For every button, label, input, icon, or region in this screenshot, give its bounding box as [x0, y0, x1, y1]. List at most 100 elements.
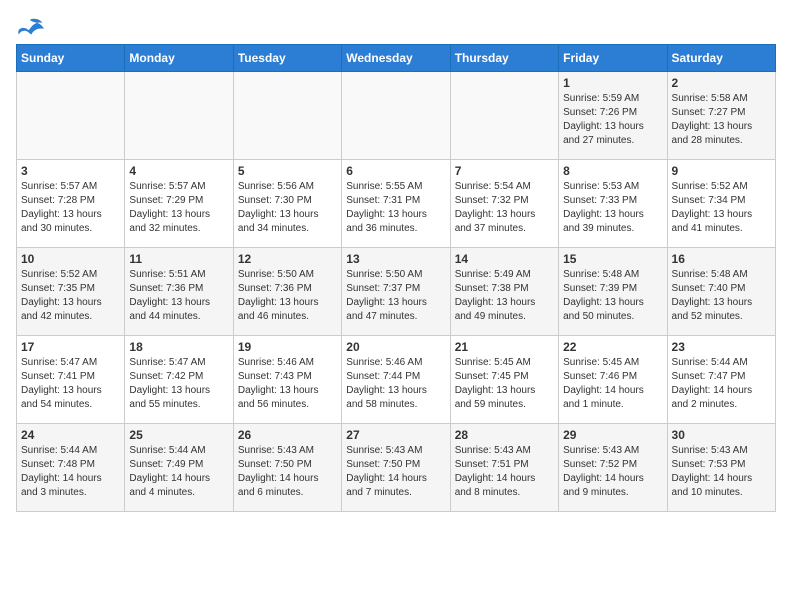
calendar-week-1: 1 Sunrise: 5:59 AM Sunset: 7:26 PM Daylig…	[17, 72, 776, 160]
day-number: 21	[455, 340, 554, 354]
day-info: Sunrise: 5:52 AM Sunset: 7:34 PM Dayligh…	[672, 180, 771, 236]
calendar-cell	[342, 72, 450, 160]
day-info: Sunrise: 5:43 AM Sunset: 7:50 PM Dayligh…	[346, 444, 445, 500]
day-info: Sunrise: 5:46 AM Sunset: 7:43 PM Dayligh…	[238, 356, 337, 412]
day-number: 19	[238, 340, 337, 354]
day-number: 25	[129, 428, 228, 442]
day-info: Sunrise: 5:59 AM Sunset: 7:26 PM Dayligh…	[563, 92, 662, 148]
calendar-cell: 15 Sunrise: 5:48 AM Sunset: 7:39 PM Dayli…	[559, 248, 667, 336]
calendar-week-5: 24 Sunrise: 5:44 AM Sunset: 7:48 PM Dayli…	[17, 424, 776, 512]
header-wednesday: Wednesday	[342, 45, 450, 72]
calendar-header-row: SundayMondayTuesdayWednesdayThursdayFrid…	[17, 45, 776, 72]
day-info: Sunrise: 5:46 AM Sunset: 7:44 PM Dayligh…	[346, 356, 445, 412]
day-info: Sunrise: 5:45 AM Sunset: 7:45 PM Dayligh…	[455, 356, 554, 412]
calendar-week-2: 3Sunrise: 5:57 AM Sunset: 7:28 PM Daylig…	[17, 160, 776, 248]
day-info: Sunrise: 5:44 AM Sunset: 7:49 PM Dayligh…	[129, 444, 228, 500]
header-sunday: Sunday	[17, 45, 125, 72]
calendar-cell	[17, 72, 125, 160]
calendar-cell: 24 Sunrise: 5:44 AM Sunset: 7:48 PM Dayli…	[17, 424, 125, 512]
logo	[16, 16, 48, 36]
calendar-cell: 6 Sunrise: 5:55 AM Sunset: 7:31 PM Daylig…	[342, 160, 450, 248]
day-info: Sunrise: 5:48 AM Sunset: 7:40 PM Dayligh…	[672, 268, 771, 324]
day-info: Sunrise: 5:57 AM Sunset: 7:29 PM Dayligh…	[129, 180, 228, 236]
day-number: 3	[21, 164, 120, 178]
day-info: Sunrise: 5:43 AM Sunset: 7:52 PM Dayligh…	[563, 444, 662, 500]
day-number: 12	[238, 252, 337, 266]
header-friday: Friday	[559, 45, 667, 72]
header-tuesday: Tuesday	[233, 45, 341, 72]
day-info: Sunrise: 5:43 AM Sunset: 7:50 PM Dayligh…	[238, 444, 337, 500]
calendar-cell: 19 Sunrise: 5:46 AM Sunset: 7:43 PM Dayli…	[233, 336, 341, 424]
calendar-week-3: 10 Sunrise: 5:52 AM Sunset: 7:35 PM Dayli…	[17, 248, 776, 336]
day-number: 6	[346, 164, 445, 178]
calendar-cell	[450, 72, 558, 160]
day-number: 14	[455, 252, 554, 266]
day-number: 8	[563, 164, 662, 178]
day-info: Sunrise: 5:55 AM Sunset: 7:31 PM Dayligh…	[346, 180, 445, 236]
day-info: Sunrise: 5:50 AM Sunset: 7:36 PM Dayligh…	[238, 268, 337, 324]
calendar-table: SundayMondayTuesdayWednesdayThursdayFrid…	[16, 44, 776, 512]
day-number: 24	[21, 428, 120, 442]
day-info: Sunrise: 5:56 AM Sunset: 7:30 PM Dayligh…	[238, 180, 337, 236]
calendar-cell: 2 Sunrise: 5:58 AM Sunset: 7:27 PM Daylig…	[667, 72, 775, 160]
header-saturday: Saturday	[667, 45, 775, 72]
calendar-cell: 14 Sunrise: 5:49 AM Sunset: 7:38 PM Dayli…	[450, 248, 558, 336]
day-info: Sunrise: 5:47 AM Sunset: 7:42 PM Dayligh…	[129, 356, 228, 412]
day-number: 7	[455, 164, 554, 178]
day-info: Sunrise: 5:53 AM Sunset: 7:33 PM Dayligh…	[563, 180, 662, 236]
calendar-cell: 4 Sunrise: 5:57 AM Sunset: 7:29 PM Daylig…	[125, 160, 233, 248]
calendar-cell: 5Sunrise: 5:56 AM Sunset: 7:30 PM Daylig…	[233, 160, 341, 248]
day-number: 30	[672, 428, 771, 442]
calendar-cell: 11Sunrise: 5:51 AM Sunset: 7:36 PM Dayli…	[125, 248, 233, 336]
calendar-cell: 27 Sunrise: 5:43 AM Sunset: 7:50 PM Dayli…	[342, 424, 450, 512]
day-number: 16	[672, 252, 771, 266]
day-info: Sunrise: 5:49 AM Sunset: 7:38 PM Dayligh…	[455, 268, 554, 324]
logo-bird-icon	[16, 16, 44, 36]
calendar-cell: 18Sunrise: 5:47 AM Sunset: 7:42 PM Dayli…	[125, 336, 233, 424]
calendar-cell: 30 Sunrise: 5:43 AM Sunset: 7:53 PM Dayli…	[667, 424, 775, 512]
day-info: Sunrise: 5:48 AM Sunset: 7:39 PM Dayligh…	[563, 268, 662, 324]
day-number: 10	[21, 252, 120, 266]
day-number: 15	[563, 252, 662, 266]
day-info: Sunrise: 5:50 AM Sunset: 7:37 PM Dayligh…	[346, 268, 445, 324]
calendar-cell: 9 Sunrise: 5:52 AM Sunset: 7:34 PM Daylig…	[667, 160, 775, 248]
calendar-cell: 1 Sunrise: 5:59 AM Sunset: 7:26 PM Daylig…	[559, 72, 667, 160]
calendar-cell: 22 Sunrise: 5:45 AM Sunset: 7:46 PM Dayli…	[559, 336, 667, 424]
day-number: 9	[672, 164, 771, 178]
day-number: 13	[346, 252, 445, 266]
day-info: Sunrise: 5:51 AM Sunset: 7:36 PM Dayligh…	[129, 268, 228, 324]
day-info: Sunrise: 5:47 AM Sunset: 7:41 PM Dayligh…	[21, 356, 120, 412]
day-number: 28	[455, 428, 554, 442]
calendar-cell: 21 Sunrise: 5:45 AM Sunset: 7:45 PM Dayli…	[450, 336, 558, 424]
day-number: 27	[346, 428, 445, 442]
day-info: Sunrise: 5:44 AM Sunset: 7:47 PM Dayligh…	[672, 356, 771, 412]
day-info: Sunrise: 5:44 AM Sunset: 7:48 PM Dayligh…	[21, 444, 120, 500]
calendar-cell: 20 Sunrise: 5:46 AM Sunset: 7:44 PM Dayli…	[342, 336, 450, 424]
calendar-cell: 13 Sunrise: 5:50 AM Sunset: 7:37 PM Dayli…	[342, 248, 450, 336]
calendar-cell	[233, 72, 341, 160]
calendar-cell: 3Sunrise: 5:57 AM Sunset: 7:28 PM Daylig…	[17, 160, 125, 248]
calendar-cell: 28Sunrise: 5:43 AM Sunset: 7:51 PM Dayli…	[450, 424, 558, 512]
day-number: 20	[346, 340, 445, 354]
calendar-cell: 8 Sunrise: 5:53 AM Sunset: 7:33 PM Daylig…	[559, 160, 667, 248]
day-number: 4	[129, 164, 228, 178]
day-number: 1	[563, 76, 662, 90]
header-monday: Monday	[125, 45, 233, 72]
calendar-cell: 7 Sunrise: 5:54 AM Sunset: 7:32 PM Daylig…	[450, 160, 558, 248]
calendar-cell: 25 Sunrise: 5:44 AM Sunset: 7:49 PM Dayli…	[125, 424, 233, 512]
day-number: 26	[238, 428, 337, 442]
calendar-cell: 16 Sunrise: 5:48 AM Sunset: 7:40 PM Dayli…	[667, 248, 775, 336]
header	[16, 16, 776, 36]
day-info: Sunrise: 5:52 AM Sunset: 7:35 PM Dayligh…	[21, 268, 120, 324]
calendar-cell: 17Sunrise: 5:47 AM Sunset: 7:41 PM Dayli…	[17, 336, 125, 424]
day-info: Sunrise: 5:54 AM Sunset: 7:32 PM Dayligh…	[455, 180, 554, 236]
calendar-cell: 12 Sunrise: 5:50 AM Sunset: 7:36 PM Dayli…	[233, 248, 341, 336]
day-number: 22	[563, 340, 662, 354]
day-info: Sunrise: 5:43 AM Sunset: 7:53 PM Dayligh…	[672, 444, 771, 500]
day-number: 2	[672, 76, 771, 90]
calendar-week-4: 17Sunrise: 5:47 AM Sunset: 7:41 PM Dayli…	[17, 336, 776, 424]
calendar-cell: 23Sunrise: 5:44 AM Sunset: 7:47 PM Dayli…	[667, 336, 775, 424]
day-info: Sunrise: 5:45 AM Sunset: 7:46 PM Dayligh…	[563, 356, 662, 412]
day-info: Sunrise: 5:58 AM Sunset: 7:27 PM Dayligh…	[672, 92, 771, 148]
header-thursday: Thursday	[450, 45, 558, 72]
